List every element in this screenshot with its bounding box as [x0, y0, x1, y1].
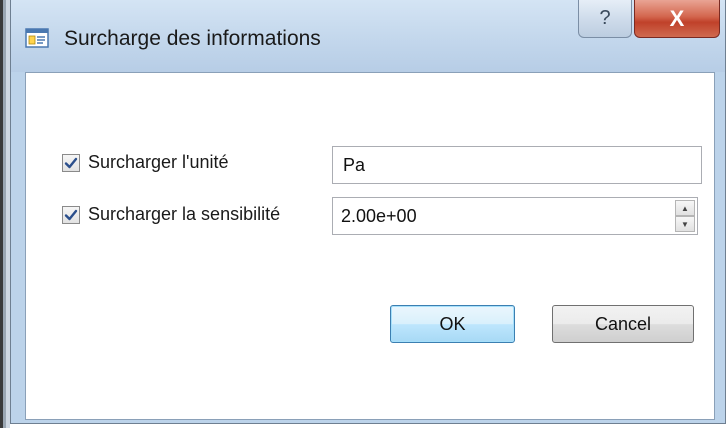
help-icon: ? [599, 7, 611, 29]
title-bar[interactable]: Surcharge des informations ? X [11, 0, 725, 72]
dialog-app-icon [25, 28, 49, 48]
override-unit-checkbox[interactable] [62, 154, 80, 172]
close-icon: X [669, 5, 685, 31]
dialog-content: Surcharger l'unité Pa Surcharger la sens… [25, 72, 715, 420]
sensitivity-value[interactable]: 2.00e+00 [341, 198, 417, 234]
spin-down-icon[interactable]: ▼ [675, 216, 695, 232]
close-button[interactable]: X [634, 0, 720, 38]
dialog-window: Surcharge des informations ? X Surcharge… [10, 0, 726, 424]
spin-up-icon[interactable]: ▲ [675, 200, 695, 216]
sensitivity-spinbox[interactable]: 2.00e+00 ▲ ▼ [332, 197, 698, 235]
checkmark-icon [64, 209, 78, 221]
spin-arrows: ▲ ▼ [675, 200, 695, 232]
unit-input[interactable]: Pa [332, 146, 702, 184]
override-sensitivity-label[interactable]: Surcharger la sensibilité [88, 204, 280, 225]
override-unit-label[interactable]: Surcharger l'unité [88, 152, 229, 173]
checkmark-icon [64, 157, 78, 169]
background-window-edge [0, 0, 10, 428]
help-button[interactable]: ? [578, 0, 632, 38]
override-sensitivity-checkbox[interactable] [62, 206, 80, 224]
cancel-button[interactable]: Cancel [552, 305, 694, 343]
dialog-title: Surcharge des informations [64, 27, 321, 50]
ok-button[interactable]: OK [390, 305, 515, 343]
